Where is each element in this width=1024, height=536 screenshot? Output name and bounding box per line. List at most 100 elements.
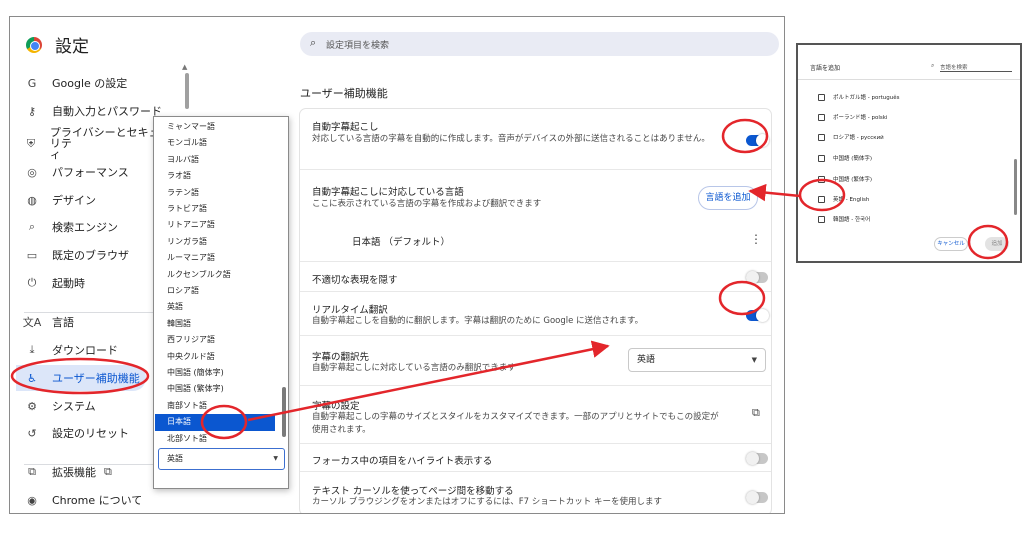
dialog-language-option[interactable]: ポルトガル語 - português [818, 91, 899, 103]
checkbox[interactable] [818, 93, 825, 101]
dropdown-scrollbar[interactable] [282, 387, 286, 437]
caret-browsing-toggle[interactable] [746, 491, 768, 504]
translate-icon: 文A [22, 316, 42, 329]
more-options-icon[interactable]: ⋮ [750, 232, 762, 246]
search-input[interactable]: ⌕ 設定項目を検索 [300, 32, 779, 56]
dialog-language-option[interactable]: 中国語 (繁体字) [818, 173, 872, 185]
highlight-focus-toggle[interactable] [746, 452, 768, 465]
sidebar-item-system[interactable]: ⚙ システム [20, 393, 170, 419]
dialog-option-label: 中国語 (簡体字) [833, 156, 873, 162]
dialog-language-option[interactable]: ロシア語 - русский [818, 131, 884, 143]
caption-settings-row[interactable]: 字幕の設定 自動字幕起こしの字幕のサイズとスタイルをカスタマイズできます。一部の… [300, 385, 771, 443]
sidebar-item-search-engine[interactable]: ⌕ 検索エンジン [20, 214, 170, 240]
dropdown-option[interactable]: リンガラ語 [155, 234, 275, 250]
sidebar-item-label: 言語 [52, 316, 74, 329]
sidebar-item-default-browser[interactable]: ▭ 既定のブラウザ [20, 242, 170, 268]
sidebar-item-performance[interactable]: ◎ パフォーマンス [20, 159, 170, 185]
dialog-option-label: 韓国語 - 한국어 [833, 217, 871, 223]
dialog-language-option[interactable]: 中国語 (簡体字) [818, 152, 872, 164]
dropdown-option[interactable]: ミャンマー語 [155, 119, 275, 135]
dropdown-option[interactable]: 南部ソト語 [155, 398, 275, 414]
checkbox[interactable] [818, 154, 825, 162]
dropdown-option[interactable]: モンゴル語 [155, 135, 275, 151]
sidebar-item-appearance[interactable]: ◍ デザイン [20, 187, 170, 213]
dropdown-option[interactable]: 英語 [155, 299, 275, 315]
live-caption-toggle[interactable] [746, 134, 769, 147]
palette-icon: ◍ [27, 193, 37, 207]
sidebar-item-google[interactable]: G Google の設定 [20, 70, 170, 96]
sidebar-item-on-startup[interactable]: ⏻ 起動時 [20, 270, 170, 296]
dropdown-option[interactable]: 北部ソト語 [155, 431, 275, 447]
reset-icon: ↺ [27, 426, 37, 440]
external-link-icon[interactable]: ⧉ [752, 406, 760, 420]
sidebar-item-label: ダウンロード [52, 344, 118, 357]
live-translate-row: リアルタイム翻訳 自動字幕起こしを自動的に翻訳します。字幕は翻訳のために Goo… [300, 291, 771, 335]
dropdown-option[interactable]: 中国語 (簡体字) [155, 365, 275, 381]
dropdown-option[interactable]: 中央クルド語 [155, 349, 275, 365]
sidebar-item-reset[interactable]: ↺ 設定のリセット [20, 420, 170, 446]
sidebar-scroll-up-icon[interactable]: ▲ [182, 63, 187, 71]
dialog-search-input[interactable]: 言語を検索 [940, 63, 1012, 72]
translate-target-select[interactable]: 英語 ▼ [628, 348, 766, 372]
search-icon: ⌕ [310, 36, 317, 49]
dropdown-option[interactable]: 韓国語 [155, 316, 275, 332]
translate-target-title: 字幕の翻訳先 [312, 352, 370, 363]
dropdown-option[interactable]: ルクセンブルク語 [155, 267, 275, 283]
live-translate-toggle[interactable] [746, 309, 769, 322]
checkbox[interactable] [818, 215, 825, 223]
sidebar-item-accessibility[interactable]: ♿ ユーザー補助機能 [16, 365, 146, 391]
accessibility-card: 自動字幕起こし 対応している言語の字幕を自動的に作成します。音声がデバイスの外部… [300, 109, 771, 513]
dropdown-option[interactable]: ラテン語 [155, 185, 275, 201]
language-select-value: 英語 [167, 454, 183, 463]
add-language-dialog: 言語を追加 ⌕ 言語を検索 ポルトガル語 - português ポーランド語 … [796, 43, 1022, 263]
dropdown-option-selected[interactable]: 日本語 [155, 414, 275, 431]
search-icon: ⌕ [931, 62, 935, 69]
add-language-button[interactable]: 言語を追加 [698, 186, 758, 210]
sidebar-item-autofill[interactable]: ⚷ 自動入力とパスワード [20, 98, 170, 124]
dialog-scrollbar[interactable] [1014, 159, 1017, 215]
sidebar-scroll-down-icon[interactable]: ▼ [190, 513, 195, 514]
caption-languages-row: 自動字幕起こしに対応している言語 ここに表示されている言語の字幕を作成および翻訳… [300, 169, 771, 221]
default-language-row: 日本語 （デフォルト） ⋮ [300, 221, 771, 261]
hide-profanity-toggle[interactable] [746, 271, 768, 284]
language-select[interactable]: 英語 ▼ [158, 448, 285, 470]
sidebar-item-privacy[interactable]: ⛨ プライバシーとセキュリテ ィ [20, 127, 170, 160]
dropdown-option[interactable]: ヨルバ語 [155, 152, 275, 168]
add-button[interactable]: 追加 [985, 237, 1009, 251]
checkbox[interactable] [818, 133, 825, 141]
sidebar-scrollbar[interactable] [185, 73, 189, 109]
sidebar-item-label: 起動時 [52, 277, 85, 290]
checkbox[interactable] [818, 113, 825, 121]
sidebar-item-label: 検索エンジン [52, 221, 118, 234]
sidebar-item-about[interactable]: ◉ Chrome について [20, 487, 170, 513]
dialog-language-option[interactable]: ポーランド語 - polski [818, 111, 887, 123]
dialog-language-option[interactable]: 英語 - English [818, 193, 869, 205]
language-dropdown-list[interactable]: ミャンマー語 モンゴル語 ヨルバ語 ラオ語 ラテン語 ラトビア語 リトアニア語 … [153, 116, 289, 489]
stage: 設定 ⌕ 設定項目を検索 ▲ G Google の設定 ⚷ 自動入力とパスワード… [0, 0, 1024, 536]
sidebar-item-languages[interactable]: 文A 言語 [20, 309, 170, 335]
dropdown-option[interactable]: 西フリジア語 [155, 332, 275, 348]
dropdown-option[interactable]: 中国語 (繁体字) [155, 381, 275, 397]
sidebar-item-label: 自動入力とパスワード [52, 105, 162, 118]
dialog-option-label: ポーランド語 - polski [833, 115, 888, 121]
dropdown-option[interactable]: ロシア語 [155, 283, 275, 299]
live-caption-title: 自動字幕起こし [312, 122, 379, 133]
dropdown-option[interactable]: リトアニア語 [155, 217, 275, 233]
dialog-language-option[interactable]: 韓国語 - 한국어 [818, 213, 870, 225]
dropdown-option[interactable]: ルーマニア語 [155, 250, 275, 266]
chrome-icon: ◉ [27, 493, 37, 507]
checkbox[interactable] [818, 195, 825, 203]
dialog-divider [798, 79, 1020, 80]
dropdown-option[interactable]: ラトビア語 [155, 201, 275, 217]
cancel-button[interactable]: キャンセル [934, 237, 968, 251]
sidebar-item-extensions[interactable]: ⧉ 拡張機能 ⧉ [20, 459, 170, 485]
chevron-down-icon: ▼ [751, 356, 757, 364]
caret-browsing-row: テキスト カーソルを使ってページ間を移動する カーソル ブラウジングをオンまたは… [300, 471, 771, 513]
sidebar-item-downloads[interactable]: ⤓ ダウンロード [20, 337, 170, 363]
chevron-down-icon: ▼ [273, 455, 278, 462]
checkbox[interactable] [818, 175, 825, 183]
default-language-label: 日本語 （デフォルト） [352, 237, 451, 248]
caption-languages-desc: ここに表示されている言語の字幕を作成および翻訳できます [312, 199, 542, 209]
dropdown-option[interactable]: ラオ語 [155, 168, 275, 184]
key-icon: ⚷ [27, 104, 37, 118]
